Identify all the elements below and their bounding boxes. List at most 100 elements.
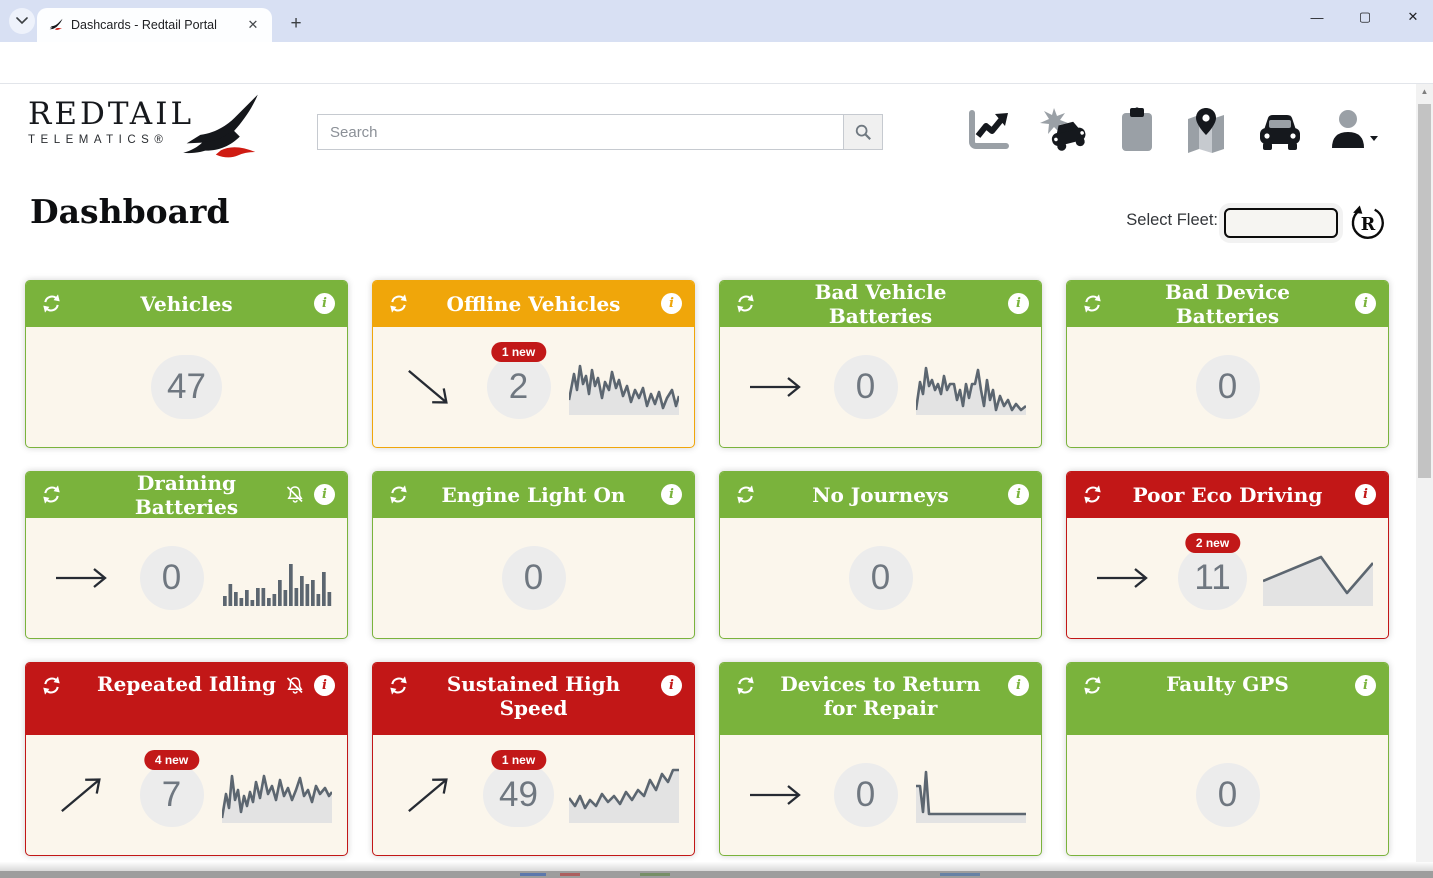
card-header: Devices to Return for Repairi: [720, 663, 1041, 735]
vertical-scrollbar[interactable]: ▲: [1416, 84, 1433, 868]
new-tab-button[interactable]: +: [283, 11, 309, 37]
scrollbar-up-arrow[interactable]: ▲: [1416, 87, 1433, 96]
search-input[interactable]: [317, 114, 844, 150]
card-refresh-button[interactable]: [1082, 293, 1103, 314]
vehicles-car-icon[interactable]: [1256, 106, 1304, 159]
card-title: Engine Light On: [442, 483, 626, 507]
card-refresh-button[interactable]: [388, 484, 409, 505]
redtail-logo[interactable]: REDTAIL TELEMATICS®: [28, 96, 258, 162]
new-count-badge: 1 new: [491, 342, 546, 362]
fleet-refresh-button[interactable]: R: [1349, 205, 1386, 242]
card-refresh-button[interactable]: [388, 293, 409, 314]
page-title: Dashboard: [30, 192, 230, 231]
browser-tab[interactable]: Dashcards - Redtail Portal ✕: [37, 8, 272, 42]
card-refresh-icon: [1082, 293, 1103, 314]
bell-slash-icon[interactable]: [284, 485, 306, 505]
info-icon[interactable]: i: [661, 484, 682, 505]
info-icon[interactable]: i: [314, 484, 335, 505]
tasks-clipboard-icon[interactable]: [1118, 106, 1156, 159]
dashcard-draining-batteries[interactable]: Draining Batteries i 0: [25, 471, 348, 639]
card-header: Offline Vehiclesi: [373, 281, 694, 327]
dashcard-no-journeys[interactable]: No Journeys i 0: [719, 471, 1042, 639]
info-icon[interactable]: i: [1355, 484, 1376, 505]
card-refresh-button[interactable]: [1082, 484, 1103, 505]
account-user-icon[interactable]: [1328, 106, 1380, 159]
tab-title: Dashcards - Redtail Portal: [71, 18, 236, 32]
card-refresh-button[interactable]: [735, 484, 756, 505]
tab-close-icon[interactable]: ✕: [244, 16, 262, 34]
dashcard-devices-to-return-for-repair[interactable]: Devices to Return for Repairi 0: [719, 662, 1042, 856]
card-value: 0: [849, 546, 913, 610]
card-refresh-button[interactable]: [735, 675, 756, 696]
dashcard-engine-light-on[interactable]: Engine Light On i 0: [372, 471, 695, 639]
dashcard-poor-eco-driving[interactable]: Poor Eco Drivingi 2 new11: [1066, 471, 1389, 639]
background-speck: [640, 873, 670, 876]
browser-window: Dashcards - Redtail Portal ✕ + — ▢ ✕ ← →: [0, 0, 1433, 878]
fleet-refresh-icon: R: [1349, 205, 1386, 242]
card-refresh-button[interactable]: [41, 293, 62, 314]
trend-flat-arrow-icon: [52, 550, 110, 606]
card-body: 0: [720, 518, 1041, 638]
bell-slash-icon[interactable]: [284, 676, 306, 696]
card-body: 2 new11: [1067, 518, 1388, 638]
card-header: Faulty GPSi: [1067, 663, 1388, 735]
card-value: 0: [1196, 763, 1260, 827]
card-refresh-button[interactable]: [41, 675, 62, 696]
card-body: 0: [1067, 735, 1388, 855]
dashcard-vehicles[interactable]: Vehiclesi47: [25, 280, 348, 448]
browser-toolbar: ← → redtailportal.com/Dashboard/Index ☆: [0, 42, 1433, 84]
card-body: 0: [373, 518, 694, 638]
window-minimize-button[interactable]: —: [1307, 6, 1327, 28]
info-icon[interactable]: i: [661, 675, 682, 696]
background-speck: [560, 873, 580, 876]
tab-search-button[interactable]: [9, 8, 35, 34]
card-title: Sustained High Speed: [431, 672, 636, 720]
info-icon[interactable]: i: [1355, 675, 1376, 696]
card-body: 0: [720, 327, 1041, 447]
info-icon[interactable]: i: [314, 293, 335, 314]
redtail-favicon: [47, 18, 63, 32]
card-refresh-button[interactable]: [388, 675, 409, 696]
window-close-button[interactable]: ✕: [1403, 6, 1423, 28]
dashcard-repeated-idling[interactable]: Repeated Idling i 4 new7: [25, 662, 348, 856]
card-header: Repeated Idling i: [26, 663, 347, 735]
info-icon[interactable]: i: [314, 675, 335, 696]
card-refresh-button[interactable]: [735, 293, 756, 314]
window-maximize-button[interactable]: ▢: [1355, 6, 1375, 28]
dashcard-faulty-gps[interactable]: Faulty GPSi 0: [1066, 662, 1389, 856]
trend-flat-arrow-icon: [746, 359, 804, 415]
card-refresh-button[interactable]: [41, 484, 62, 505]
map-icon[interactable]: [1182, 106, 1230, 159]
reports-chart-icon[interactable]: [965, 106, 1013, 159]
info-icon[interactable]: i: [1008, 293, 1029, 314]
search-button[interactable]: [844, 114, 883, 150]
info-icon[interactable]: i: [661, 293, 682, 314]
scrollbar-thumb[interactable]: [1418, 104, 1431, 478]
trend-up-arrow-icon: [41, 755, 121, 835]
dashcard-sustained-high-speed[interactable]: Sustained High Speedi 1 new49: [372, 662, 695, 856]
dashcard-bad-vehicle-batteries[interactable]: Bad Vehicle Batteriesi 0: [719, 280, 1042, 448]
card-title: No Journeys: [812, 483, 949, 507]
trend-flat-arrow-icon: [1093, 550, 1151, 606]
card-refresh-icon: [41, 293, 62, 314]
info-icon[interactable]: i: [1008, 675, 1029, 696]
info-icon[interactable]: i: [1355, 293, 1376, 314]
card-body: 1 new2: [373, 327, 694, 447]
trend-flat-arrow-icon: [746, 767, 804, 823]
card-refresh-icon: [388, 484, 409, 505]
select-fleet-input[interactable]: [1224, 208, 1338, 238]
card-value: 0: [834, 763, 898, 827]
crash-events-icon[interactable]: [1038, 106, 1092, 159]
card-value: 7: [140, 763, 204, 827]
card-body: 4 new7: [26, 735, 347, 855]
info-icon[interactable]: i: [1008, 484, 1029, 505]
card-title: Vehicles: [140, 292, 232, 316]
card-refresh-button[interactable]: [1082, 675, 1103, 696]
card-value: 0: [834, 355, 898, 419]
card-header: Engine Light On i: [373, 472, 694, 518]
select-fleet-label: Select Fleet:: [1126, 211, 1218, 230]
card-header: Poor Eco Drivingi: [1067, 472, 1388, 518]
card-header: No Journeys i: [720, 472, 1041, 518]
dashcard-bad-device-batteries[interactable]: Bad Device Batteriesi0: [1066, 280, 1389, 448]
dashcard-offline-vehicles[interactable]: Offline Vehiclesi 1 new2: [372, 280, 695, 448]
